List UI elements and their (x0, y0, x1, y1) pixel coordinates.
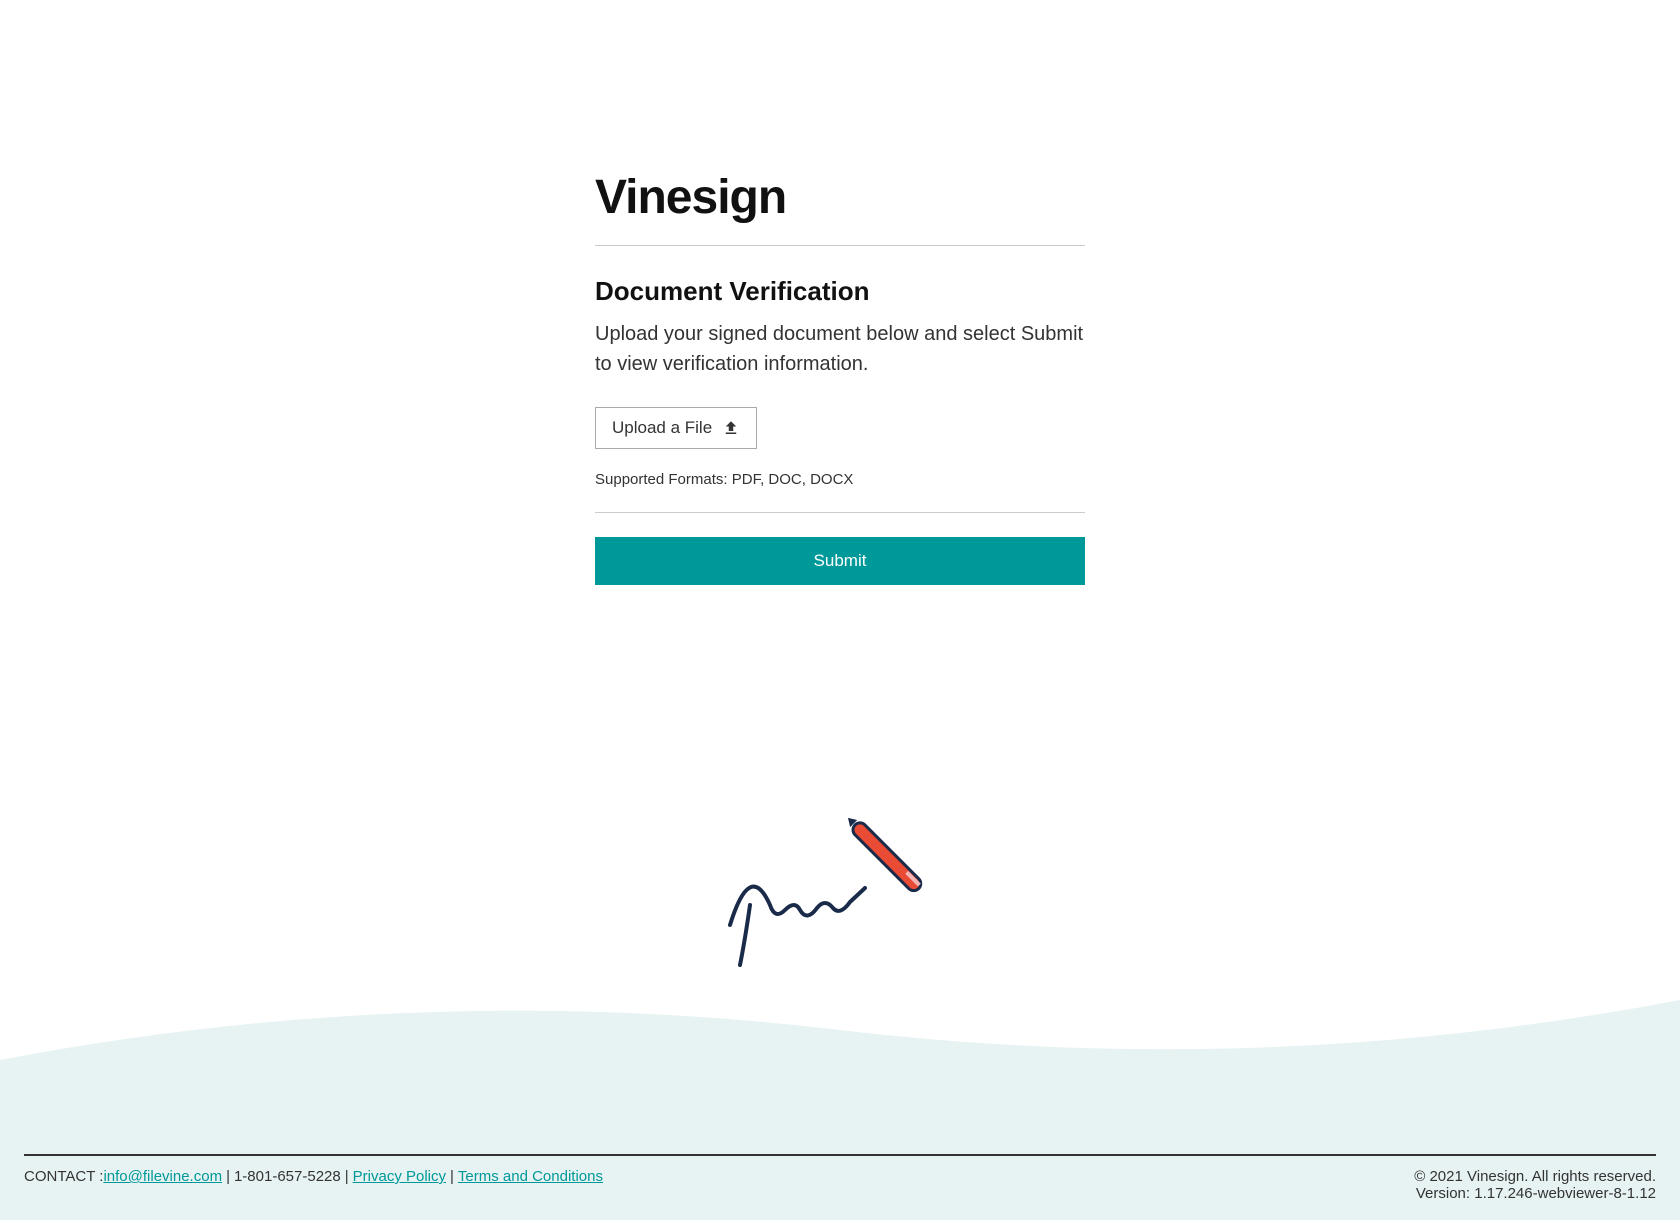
upload-icon (722, 419, 740, 437)
contact-label: CONTACT : (24, 1168, 103, 1185)
submit-button[interactable]: Submit (595, 537, 1085, 585)
separator: | (226, 1168, 230, 1185)
footer-legal-section: © 2021 Vinesign. All rights reserved. Ve… (1414, 1168, 1656, 1202)
verification-card: Vinesign Document Verification Upload yo… (595, 170, 1085, 585)
title-divider (595, 245, 1085, 246)
copyright-text: © 2021 Vinesign. All rights reserved. (1414, 1168, 1656, 1185)
contact-phone: 1-801-657-5228 (234, 1168, 341, 1185)
contact-email-link[interactable]: info@filevine.com (103, 1168, 222, 1185)
instruction-text: Upload your signed document below and se… (595, 319, 1085, 379)
footer-contact-section: CONTACT : info@filevine.com | 1-801-657-… (24, 1168, 603, 1185)
signature-pen-graphic (725, 810, 955, 975)
upload-button-label: Upload a File (612, 418, 712, 438)
section-heading: Document Verification (595, 276, 1085, 307)
footer-divider (24, 1154, 1656, 1156)
form-divider (595, 512, 1085, 513)
terms-link[interactable]: Terms and Conditions (458, 1168, 603, 1185)
separator: | (450, 1168, 454, 1185)
supported-formats-text: Supported Formats: PDF, DOC, DOCX (595, 471, 1085, 488)
page-footer: CONTACT : info@filevine.com | 1-801-657-… (0, 1154, 1680, 1220)
version-text: Version: 1.17.246-webviewer-8-1.12 (1414, 1185, 1656, 1202)
separator: | (345, 1168, 349, 1185)
privacy-policy-link[interactable]: Privacy Policy (353, 1168, 446, 1185)
upload-file-button[interactable]: Upload a File (595, 407, 757, 449)
app-title: Vinesign (595, 170, 1085, 225)
